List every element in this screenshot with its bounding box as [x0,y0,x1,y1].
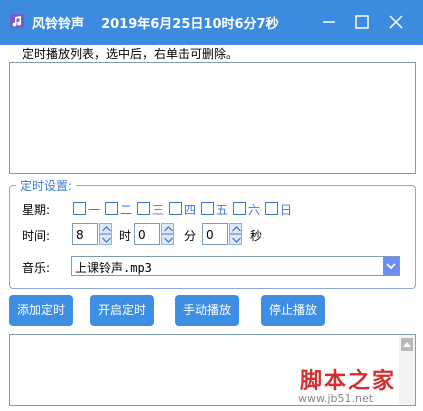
minute-value: 0 [138,228,146,242]
weekday-text: 六 [248,203,261,217]
checkbox-box[interactable] [201,202,214,215]
music-note-icon [10,14,24,28]
site-watermark-url: www.jb51.net [298,392,374,405]
second-value: 0 [206,228,214,242]
stop-play-button[interactable]: 停止播放 [261,295,325,326]
chevron-up-icon [232,226,241,232]
chevron-up-icon [164,226,173,232]
checkbox-box[interactable] [137,202,150,215]
second-spinner[interactable] [229,223,242,245]
chevron-down-icon [164,237,173,243]
schedule-list[interactable] [9,62,416,174]
start-timer-button[interactable]: 开启定时 [90,295,154,326]
weekday-text: 四 [184,203,197,217]
window-title: 风铃铃声 2019年6月25日10时6分7秒 [32,13,279,32]
minute-input[interactable]: 0 [134,223,160,245]
minute-spinner[interactable] [161,223,174,245]
chevron-down-icon [386,263,396,270]
checkbox-box[interactable] [169,202,182,215]
timer-settings-legend: 定时设置: [16,177,77,194]
manual-play-button[interactable]: 手动播放 [175,295,239,326]
app-name: 风铃铃声 [32,17,85,32]
minute-down-button[interactable] [161,234,174,245]
current-datetime: 2019年6月25日10时6分7秒 [101,17,279,32]
maximize-button[interactable] [350,10,374,34]
weekday-text: 五 [216,203,229,217]
second-unit-label: 秒 [250,229,263,243]
music-label: 音乐: [22,261,51,275]
weekday-text: 二 [120,203,133,217]
minute-up-button[interactable] [161,223,174,234]
scroll-up-button[interactable] [401,338,413,351]
hour-input[interactable]: 8 [72,223,98,245]
hour-spinner[interactable] [99,223,112,245]
vertical-scrollbar[interactable] [399,335,415,405]
weekday-label: 星期: [22,203,51,217]
music-dropdown-button[interactable] [383,257,399,275]
weekday-text: 一 [88,203,101,217]
second-down-button[interactable] [229,234,242,245]
schedule-list-hint: 定时播放列表，选中后，右单击可删除。 [22,47,239,61]
site-watermark: 脚本之家 [300,368,397,394]
chevron-down-icon [102,237,111,243]
minute-unit-label: 分 [184,229,197,243]
hour-down-button[interactable] [99,234,112,245]
chevron-up-icon [102,226,111,232]
close-button[interactable] [384,10,408,34]
time-label: 时间: [22,229,51,243]
minimize-icon [323,21,335,23]
weekday-text: 三 [152,203,165,217]
title-bar[interactable]: 风铃铃声 2019年6月25日10时6分7秒 [0,0,423,45]
maximize-icon [355,15,369,29]
checkbox-box[interactable] [73,202,86,215]
minimize-button[interactable] [317,10,341,34]
triangle-up-icon [403,342,411,347]
hour-value: 8 [76,228,84,242]
second-up-button[interactable] [229,223,242,234]
music-selected-value: 上课铃声.mp3 [75,261,152,275]
weekday-text: 日 [280,203,293,217]
checkbox-box[interactable] [233,202,246,215]
checkbox-box[interactable] [265,202,278,215]
second-input[interactable]: 0 [202,223,228,245]
chevron-down-icon [232,237,241,243]
hour-unit-label: 时 [119,229,132,243]
checkbox-box[interactable] [105,202,118,215]
add-timer-button[interactable]: 添加定时 [9,295,73,326]
close-icon [389,15,403,29]
music-select[interactable]: 上课铃声.mp3 [71,256,400,276]
hour-up-button[interactable] [99,223,112,234]
